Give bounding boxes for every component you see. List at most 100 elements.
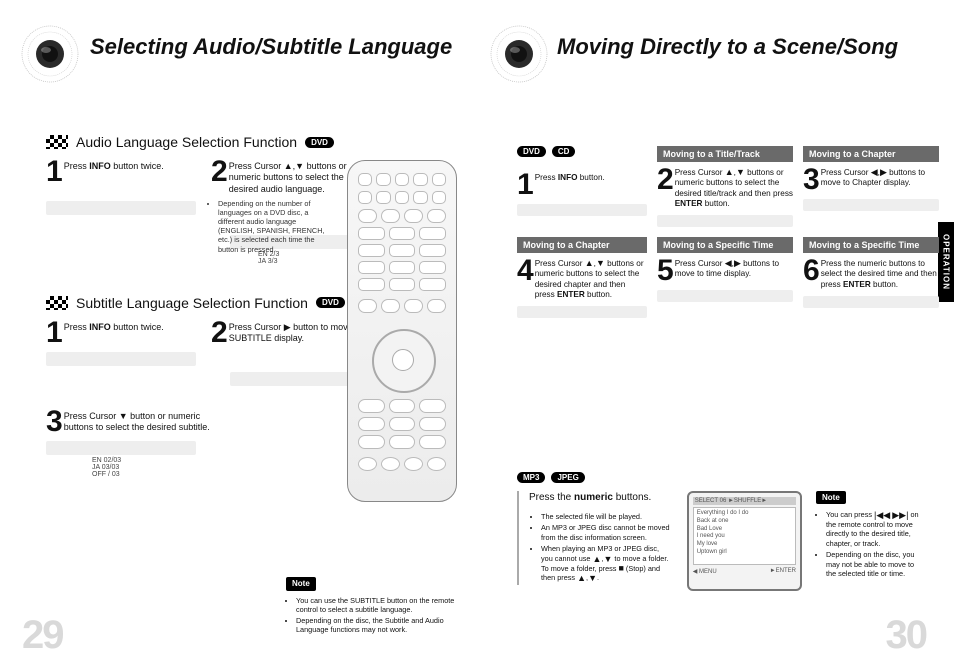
pill-row: DVD CD [517, 146, 647, 157]
note-bullet: Depending on the disc, the Subtitle and … [296, 616, 456, 634]
subtitle-step-3: 3 Press Cursor ▼ button or numeric butto… [46, 408, 216, 435]
audio-step-1: 1 Press INFO button twice. [46, 158, 201, 195]
mp3-bullet: When playing an MP3 or JPEG disc, you ca… [541, 544, 673, 582]
note-badge: Note [286, 577, 316, 591]
right-note: Note You can press |◀◀ ▶▶| on the remote… [816, 491, 922, 580]
card-heading: Moving to a Chapter [517, 237, 647, 253]
osd-strip [517, 306, 647, 318]
step-number: 5 [657, 257, 672, 284]
audio-step-2: 2 Press Cursor ▲,▼ buttons or numeric bu… [211, 158, 366, 195]
step-text: Press Cursor ◀,▶ buttons to move to Chap… [821, 166, 939, 189]
remote-control-illustration [347, 160, 457, 502]
subtitle-heading-text: Subtitle Language Selection Function [76, 295, 308, 311]
audio-note: Depending on the number of languages on … [208, 197, 333, 256]
step-text: Press INFO button twice. [64, 319, 164, 333]
cell-4: Moving to a Chapter 4 Press Cursor ▲,▼ b… [517, 237, 647, 318]
screen-title: SELECT 06 ►SHUFFLE► [693, 497, 796, 505]
step-text: Press Cursor ▲,▼ buttons or numeric butt… [229, 158, 366, 195]
subtitle-step-2: 2 Press Cursor ▶ button to move to SUBTI… [211, 319, 366, 346]
page-30: Moving Directly to a Scene/Song OPERATIO… [477, 0, 954, 666]
screen-list: Everything I do I do Back at one Bad Lov… [693, 507, 796, 565]
osd-strip [803, 199, 939, 211]
mp3-pill-row: MP3 JPEG [517, 472, 922, 483]
mp3-area: MP3 JPEG Press the numeric buttons. The … [517, 472, 922, 591]
note-bullet: You can press |◀◀ ▶▶| on the remote cont… [826, 510, 922, 548]
card-heading: Moving to a Specific Time [657, 237, 793, 253]
step-number: 2 [211, 158, 226, 185]
page-title: Moving Directly to a Scene/Song [557, 34, 898, 60]
subtitle-step-1: 1 Press INFO button twice. [46, 319, 201, 346]
step-text: Press Cursor ▲,▼ buttons or numeric butt… [535, 257, 647, 300]
step-number: 1 [46, 158, 61, 185]
screen-foot-right: ►ENTER [770, 568, 796, 575]
list-item: I need you [697, 533, 792, 541]
cell-3: Moving to a Chapter 3 Press Cursor ◀,▶ b… [803, 146, 939, 227]
jpeg-pill: JPEG [551, 472, 584, 483]
cell-6: Moving to a Specific Time 6 Press the nu… [803, 237, 939, 318]
osd-strip [46, 441, 196, 455]
note-text: Depending on the number of languages on … [218, 199, 333, 254]
dvd-pill: DVD [305, 137, 334, 148]
step-number: 4 [517, 257, 532, 284]
step-number: 1 [517, 171, 532, 198]
mp3-left-col: Press the numeric buttons. The selected … [517, 491, 673, 585]
step-number: 2 [211, 319, 226, 346]
audio-heading-text: Audio Language Selection Function [76, 134, 297, 150]
checker-icon [46, 296, 68, 310]
note-bullet: You can use the SUBTITLE button on the r… [296, 596, 456, 614]
list-item: Back at one [697, 518, 792, 526]
screen-foot-left: ◀ MENU [693, 568, 717, 575]
mp3-pill: MP3 [517, 472, 545, 483]
tv-screen-illustration: SELECT 06 ►SHUFFLE► Everything I do I do… [687, 491, 802, 591]
cd-pill: CD [552, 146, 576, 157]
card-heading: Moving to a Chapter [803, 146, 939, 162]
side-tab-operation: OPERATION [938, 222, 954, 302]
list-item: Bad Love [697, 526, 792, 534]
step-text: Press the numeric buttons to select the … [821, 257, 939, 290]
mp3-bullet: The selected file will be played. [541, 512, 673, 521]
osd-strip [657, 215, 793, 227]
list-item: My love [697, 541, 792, 549]
page-number-left: 29 [22, 613, 63, 658]
card-heading: Moving to a Title/Track [657, 146, 793, 162]
step-text: Press INFO button twice. [64, 158, 164, 172]
list-item: Everything I do I do [697, 510, 792, 518]
osd-strip [230, 372, 360, 386]
step-number: 2 [657, 166, 672, 193]
osd-strip [46, 201, 196, 215]
dpad-icon [372, 329, 432, 389]
osd-strip [657, 290, 793, 302]
page-number-right: 30 [886, 613, 927, 658]
dvd-pill: DVD [316, 297, 345, 308]
page-29: Selecting Audio/Subtitle Language Audio … [0, 0, 477, 666]
cell-1: DVD CD 1 Press INFO button. [517, 146, 647, 227]
step-number: 1 [46, 319, 61, 346]
bottom-note: Note You can use the SUBTITLE button on … [286, 577, 456, 636]
dvd-pill: DVD [517, 146, 546, 157]
list-item: Uptown girl [697, 549, 792, 557]
step-text: Press INFO button. [535, 171, 605, 183]
checker-icon [46, 135, 68, 149]
step-text: Press Cursor ◀,▶ buttons to move to time… [675, 257, 793, 280]
mp3-main-text: Press the numeric buttons. [529, 491, 673, 504]
step-number: 3 [803, 166, 818, 193]
note-bullet: Depending on the disc, you may not be ab… [826, 550, 922, 578]
note-badge: Note [816, 491, 846, 504]
card-heading: Moving to a Specific Time [803, 237, 939, 253]
page-title: Selecting Audio/Subtitle Language [90, 34, 452, 60]
osd-strip [517, 204, 647, 216]
cell-5: Moving to a Specific Time 5 Press Cursor… [657, 237, 793, 318]
audio-section-head: Audio Language Selection Function DVD [46, 134, 457, 150]
speaker-icon [20, 24, 80, 84]
step-text: Press Cursor ▶ button to move to SUBTITL… [229, 319, 366, 345]
osd-strip [803, 296, 939, 308]
step-text: Press Cursor ▲,▼ buttons or numeric butt… [675, 166, 793, 209]
osd-strip [46, 352, 196, 366]
mp3-bullet: An MP3 or JPEG disc cannot be moved from… [541, 523, 673, 542]
scene-grid: DVD CD 1 Press INFO button. Moving to a … [517, 146, 939, 318]
step-number: 6 [803, 257, 818, 284]
step-text: Press Cursor ▼ button or numeric buttons… [64, 408, 216, 435]
cell-2: Moving to a Title/Track 2 Press Cursor ▲… [657, 146, 793, 227]
speaker-icon [489, 24, 549, 84]
step-number: 3 [46, 408, 61, 435]
